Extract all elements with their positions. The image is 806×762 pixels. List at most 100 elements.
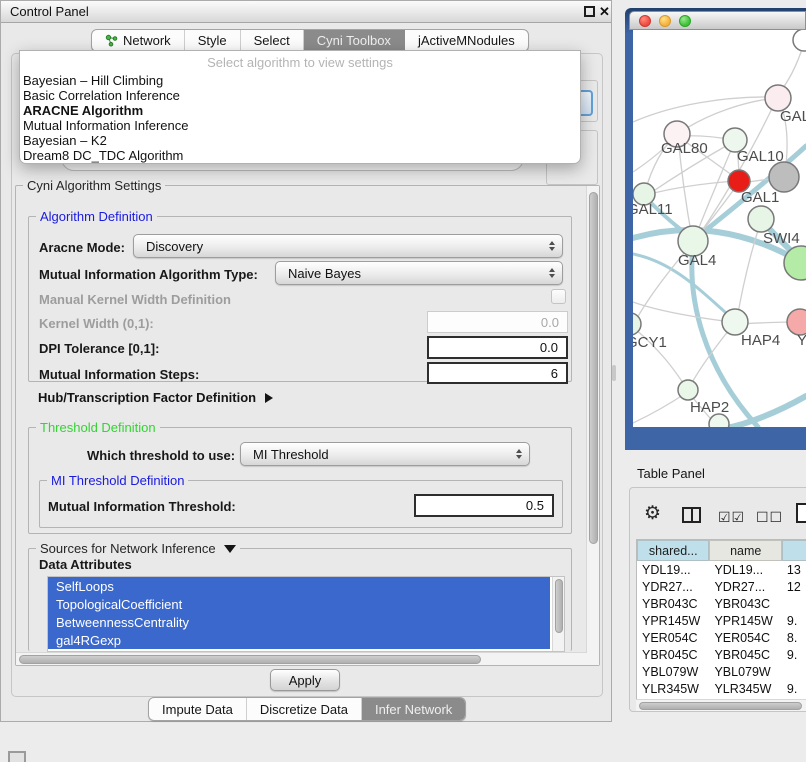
sources-group-titlewrap[interactable]: Sources for Network Inference	[36, 541, 240, 556]
attributes-list-scrollbar[interactable]	[552, 577, 564, 651]
tab-select-label: Select	[254, 33, 290, 48]
control-panel-titlebar[interactable]: Control Panel ✕	[1, 1, 611, 23]
table-row[interactable]: YBR043C YBR043C	[637, 595, 806, 612]
node-label: Y	[797, 332, 806, 349]
tab-jactivemnodules-label: jActiveMNodules	[418, 33, 515, 48]
algorithm-item[interactable]: Dream8 DC_TDC Algorithm	[20, 148, 580, 163]
cell-name: YDL19...	[709, 561, 781, 578]
attribute-item[interactable]: SelfLoops	[48, 577, 550, 595]
minimized-panel-icon[interactable]	[8, 751, 26, 762]
algorithm-item[interactable]: Mutual Information Inference	[20, 118, 580, 133]
sources-group-title: Sources for Network Inference	[40, 541, 216, 556]
tab-impute-data-label: Impute Data	[162, 702, 233, 717]
tab-infer-network[interactable]: Infer Network	[362, 698, 465, 720]
tab-discretize-data[interactable]: Discretize Data	[247, 698, 362, 720]
mi-algorithm-type-combo[interactable]: Naive Bayes	[275, 261, 563, 285]
tab-impute-data[interactable]: Impute Data	[149, 698, 247, 720]
hub-tf-definition-expander[interactable]: Hub/Transcription Factor Definition	[38, 390, 273, 405]
tab-cyni-toolbox[interactable]: Cyni Toolbox	[304, 30, 405, 51]
table-row[interactable]: YDR27... YDR27... 12	[637, 578, 806, 595]
cell-value: 13	[782, 561, 806, 578]
cell-name: YPR145W	[709, 612, 781, 629]
node-gray[interactable]	[769, 162, 799, 192]
attribute-item[interactable]: TopologicalCoefficient	[48, 595, 550, 613]
dpi-tolerance-input[interactable]: 0.0	[427, 336, 568, 359]
table-row[interactable]: YLR345W YLR345W 9.	[637, 680, 806, 697]
settings-vertical-scrollbar[interactable]	[586, 186, 599, 665]
mi-threshold-input[interactable]: 0.5	[414, 494, 554, 517]
cell-name: YBR043C	[709, 595, 781, 612]
node-table[interactable]: shared... name YDL19... YDL19... 13 YDR2…	[636, 539, 806, 699]
tab-jactivemnodules[interactable]: jActiveMNodules	[405, 30, 528, 51]
data-attributes-list[interactable]: SelfLoops TopologicalCoefficient Between…	[47, 576, 565, 652]
aracne-mode-combo[interactable]: Discovery	[133, 234, 563, 258]
column-header-name[interactable]: name	[709, 540, 781, 561]
table-horizontal-scrollbar-thumb[interactable]	[639, 702, 802, 710]
node-label: GAL4	[678, 252, 716, 269]
expander-down-icon[interactable]	[224, 545, 236, 553]
attributes-list-scrollbar-thumb[interactable]	[555, 579, 563, 633]
algorithm-item-selected[interactable]: ARACNE Algorithm	[20, 103, 580, 118]
node-label: GAL80	[661, 140, 708, 157]
attribute-item[interactable]: gal4RGexp	[48, 631, 550, 649]
zoom-traffic-light-icon[interactable]	[679, 15, 691, 27]
screen: Control Panel ✕ Network Style Select Cyn…	[0, 0, 806, 762]
mi-algorithm-type-value: Naive Bayes	[276, 266, 549, 281]
apply-button[interactable]: Apply	[270, 669, 340, 691]
table-panel-title: Table Panel	[637, 466, 705, 481]
algorithm-item[interactable]: Basic Correlation Inference	[20, 88, 580, 103]
table-row[interactable]: YBR045C YBR045C 9.	[637, 646, 806, 663]
node-label: GAL11	[633, 201, 673, 218]
table-row[interactable]: YBL079W YBL079W	[637, 663, 806, 680]
cell-name: YDR27...	[709, 578, 781, 595]
algorithm-item[interactable]: Bayesian – K2	[20, 133, 580, 148]
document-icon[interactable]	[796, 503, 806, 523]
deselect-all-columns-icon[interactable]: ☐☐	[756, 509, 783, 526]
tab-style[interactable]: Style	[185, 30, 241, 51]
node[interactable]	[793, 30, 806, 51]
gear-icon[interactable]: ⚙	[644, 504, 661, 523]
cell-shared-name: YLR345W	[637, 680, 709, 697]
manual-kernel-width-checkbox[interactable]	[551, 289, 566, 304]
node-gcy1[interactable]	[633, 313, 641, 335]
node-swi4[interactable]	[748, 206, 774, 232]
network-window-titlebar[interactable]	[629, 11, 806, 30]
split-panel-icon[interactable]	[682, 507, 701, 523]
attribute-item[interactable]: BetweennessCentrality	[48, 613, 550, 631]
select-all-columns-icon[interactable]: ☑☑	[718, 509, 745, 526]
close-icon[interactable]: ✕	[599, 5, 610, 18]
expander-right-icon[interactable]	[265, 393, 273, 403]
close-traffic-light-icon[interactable]	[639, 15, 651, 27]
dpi-tolerance-label: DPI Tolerance [0,1]:	[39, 341, 159, 356]
settings-horizontal-scrollbar-thumb[interactable]	[19, 655, 481, 664]
mi-steps-input[interactable]: 6	[427, 362, 568, 384]
panel-splitter-handle[interactable]	[612, 365, 616, 381]
column-header-col3-partial[interactable]	[782, 540, 806, 561]
network-canvas[interactable]: GAL GAL80 GAL10 GAL1 GAL11 SWI4 GAL4 GCY…	[633, 30, 806, 427]
table-row[interactable]: YER054C YER054C 8.	[637, 629, 806, 646]
threshold-definition-group: Threshold Definition Which threshold to …	[28, 427, 572, 534]
mi-threshold-label: Mutual Information Threshold:	[48, 499, 236, 514]
table-horizontal-scrollbar[interactable]	[636, 699, 806, 711]
settings-vertical-scrollbar-thumb[interactable]	[589, 192, 598, 544]
hub-tf-definition-label: Hub/Transcription Factor Definition	[38, 390, 256, 405]
tab-network[interactable]: Network	[92, 30, 185, 51]
network-nodes[interactable]	[633, 30, 806, 427]
column-header-shared-name[interactable]: shared...	[637, 540, 709, 561]
minimize-traffic-light-icon[interactable]	[659, 15, 671, 27]
cell-shared-name: YBL079W	[637, 663, 709, 680]
node-label: GAL	[780, 108, 806, 125]
tab-style-label: Style	[198, 33, 227, 48]
node-hap2[interactable]	[678, 380, 698, 400]
settings-horizontal-scrollbar[interactable]	[16, 652, 587, 665]
float-window-icon[interactable]	[584, 6, 595, 17]
which-threshold-combo[interactable]: MI Threshold	[240, 442, 530, 466]
kernel-width-input[interactable]: 0.0	[427, 311, 568, 333]
table-row[interactable]: YDL19... YDL19... 13	[637, 561, 806, 578]
node-label: HAP2	[690, 399, 729, 416]
cell-name: YBR045C	[709, 646, 781, 663]
cell-value: 12	[782, 578, 806, 595]
algorithm-item[interactable]: Bayesian – Hill Climbing	[20, 73, 580, 88]
tab-select[interactable]: Select	[241, 30, 304, 51]
table-row[interactable]: YPR145W YPR145W 9.	[637, 612, 806, 629]
